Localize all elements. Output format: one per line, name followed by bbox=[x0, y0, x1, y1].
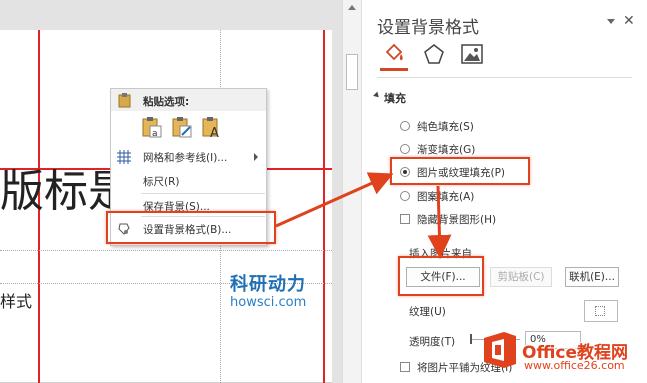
checkbox[interactable] bbox=[400, 214, 410, 224]
option-label: 隐藏背景图形(H) bbox=[417, 214, 497, 226]
collapse-arrow-icon[interactable] bbox=[373, 91, 381, 100]
slide-subtitle-text[interactable]: 样式 bbox=[0, 288, 32, 312]
pane-divider bbox=[377, 77, 632, 78]
option-label: 纯色填充(S) bbox=[417, 121, 474, 133]
format-background-pane: 设置背景格式 ✕ 填充 纯色填充(S) 渐变填充(G) 图片或纹理填充(P) 图… bbox=[361, 0, 647, 383]
highlight-box-menu-item bbox=[106, 211, 276, 244]
radio-button[interactable] bbox=[400, 121, 410, 131]
fill-bucket-icon[interactable] bbox=[382, 42, 406, 66]
vertical-guide-line[interactable] bbox=[323, 30, 325, 383]
menu-item-label: 标尺(R) bbox=[143, 176, 180, 188]
radio-button[interactable] bbox=[400, 191, 410, 201]
texture-label: 纹理(U) bbox=[409, 306, 446, 318]
clipboard-button[interactable]: 剪贴板(C) bbox=[490, 267, 552, 287]
grid-line bbox=[0, 250, 332, 251]
active-tab-indicator bbox=[380, 68, 408, 71]
option-label: 图案填充(A) bbox=[417, 191, 475, 203]
option-label: 渐变填充(G) bbox=[417, 144, 476, 156]
pane-title: 设置背景格式 bbox=[377, 18, 479, 38]
highlight-box-file-button bbox=[398, 256, 484, 296]
submenu-arrow-icon bbox=[254, 153, 258, 161]
scroll-up-icon[interactable] bbox=[348, 5, 356, 10]
site-badge-url: www.office26.com bbox=[524, 359, 625, 372]
highlight-box-picture-fill bbox=[390, 157, 530, 185]
slide-canvas: 版标是 样式 科研动力 howsci.com 粘贴选项: a A 网格和参考线(… bbox=[0, 0, 342, 383]
radio-button[interactable] bbox=[400, 144, 410, 154]
close-icon[interactable]: ✕ bbox=[623, 13, 635, 29]
menu-item-label: 网格和参考线(I)... bbox=[143, 152, 228, 164]
paste-text-only-icon[interactable]: A bbox=[201, 115, 223, 141]
svg-text:A: A bbox=[210, 126, 219, 139]
checkbox[interactable] bbox=[400, 362, 410, 372]
paste-keep-source-icon[interactable] bbox=[171, 115, 193, 139]
svg-text:a: a bbox=[152, 129, 158, 139]
transparency-slider-handle[interactable] bbox=[470, 334, 472, 344]
scroll-thumb[interactable] bbox=[346, 54, 358, 90]
clipboard-icon bbox=[118, 93, 131, 108]
office-logo-icon bbox=[484, 332, 516, 368]
online-button[interactable]: 联机(E)... bbox=[565, 267, 619, 287]
texture-picker[interactable] bbox=[584, 300, 618, 322]
grid-icon bbox=[117, 150, 131, 164]
paste-options-row: a A bbox=[141, 115, 223, 141]
watermark-url: howsci.com bbox=[230, 295, 307, 310]
menu-item-grid-guides[interactable]: 网格和参考线(I)... bbox=[111, 147, 266, 166]
fill-section-header[interactable]: 填充 bbox=[384, 90, 406, 106]
menu-item-ruler[interactable]: 标尺(R) bbox=[111, 171, 266, 190]
transparency-label: 透明度(T) bbox=[409, 336, 456, 348]
menu-separator bbox=[141, 193, 265, 194]
pentagon-icon[interactable] bbox=[422, 42, 446, 66]
paste-options-label: 粘贴选项: bbox=[143, 96, 190, 108]
texture-swatch-icon bbox=[595, 306, 605, 316]
watermark-logo: 科研动力 bbox=[230, 274, 306, 295]
pane-options-dropdown-icon[interactable] bbox=[607, 19, 615, 24]
vertical-scrollbar[interactable] bbox=[342, 0, 361, 383]
paste-keep-theme-icon[interactable]: a bbox=[141, 115, 163, 139]
paste-options-header: 粘贴选项: bbox=[111, 89, 266, 111]
picture-icon[interactable] bbox=[460, 42, 484, 66]
